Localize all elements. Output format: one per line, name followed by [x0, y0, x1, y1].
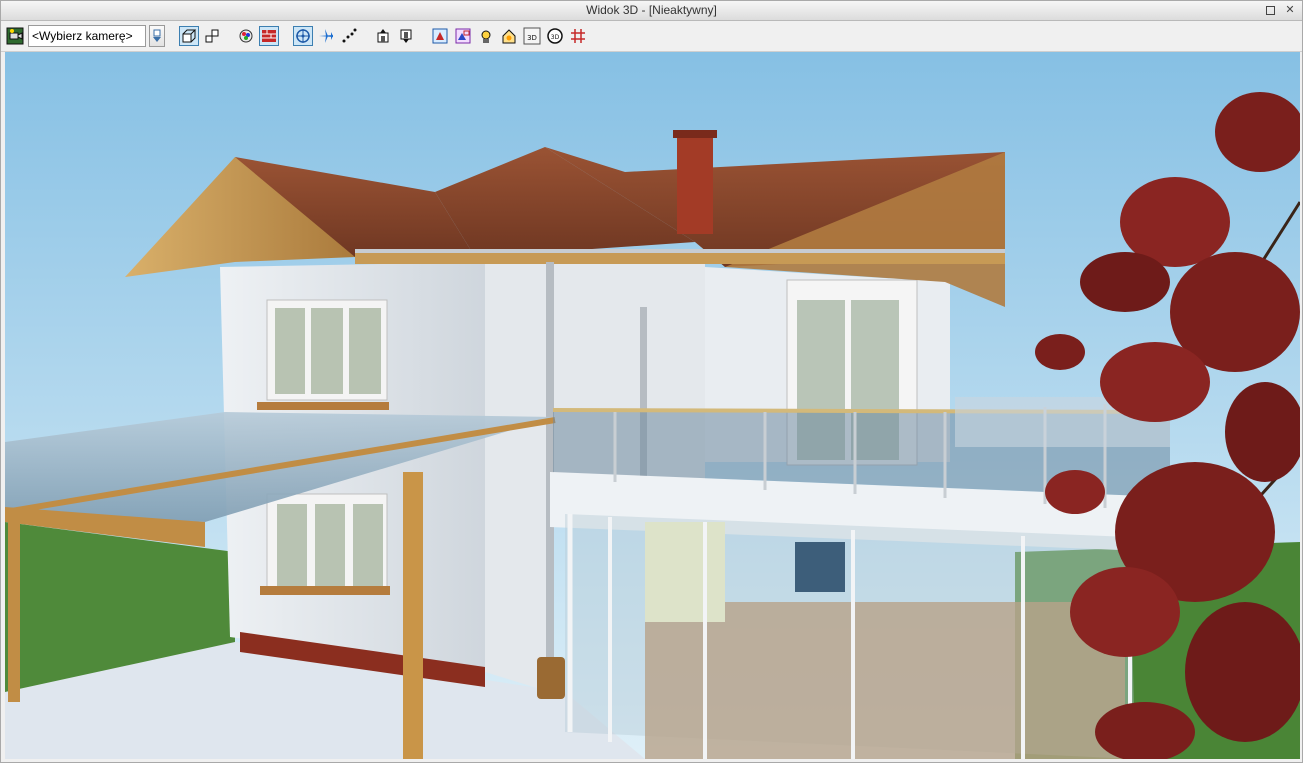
maximize-button[interactable] — [1264, 5, 1276, 17]
camera-scene-button[interactable] — [5, 26, 25, 46]
window-pane — [275, 308, 305, 394]
fly-mode-icon — [319, 29, 333, 43]
axonometric-view-button[interactable] — [202, 26, 222, 46]
wall-section-icon — [262, 30, 276, 42]
leaf-cluster — [1100, 342, 1210, 422]
zoom-window-button[interactable] — [453, 26, 473, 46]
level-up-button[interactable] — [373, 26, 393, 46]
leaf-cluster — [1070, 567, 1180, 657]
rotate-3d-icon: 3D — [547, 28, 563, 44]
chimney-cap — [673, 130, 717, 138]
window-sill — [260, 586, 390, 595]
zoom-fit-icon — [432, 28, 448, 44]
zoom-fit-button[interactable] — [430, 26, 450, 46]
axonometric-view-icon — [205, 29, 219, 43]
walk-path-button[interactable] — [339, 26, 359, 46]
orbit-button[interactable] — [293, 26, 313, 46]
gutter — [355, 249, 1005, 253]
interior-floor — [645, 602, 1125, 759]
rotate-3d-button[interactable]: 3D — [545, 26, 565, 46]
close-icon: ✕ — [1285, 4, 1295, 16]
view-3d-window: Widok 3D - [Nieaktywny] ✕ <Wybierz kamer… — [0, 0, 1303, 763]
svg-text:3D: 3D — [551, 34, 560, 41]
window-pane — [315, 504, 345, 590]
camera-select[interactable]: <Wybierz kamerę> — [28, 25, 146, 47]
title-bar: Widok 3D - [Nieaktywny] ✕ — [1, 1, 1302, 21]
zoom-window-icon — [455, 28, 471, 44]
grid-settings-icon — [571, 29, 585, 43]
window-pane — [353, 504, 383, 590]
interior-wall — [645, 522, 725, 622]
viewport-3d[interactable] — [5, 52, 1300, 759]
camera-scene-icon — [6, 27, 24, 45]
svg-text:3D: 3D — [527, 34, 537, 42]
house-render-scene[interactable] — [5, 52, 1300, 759]
walk-path-icon — [342, 28, 357, 43]
view-3d-icon: 3D — [523, 27, 541, 45]
fly-mode-button[interactable] — [316, 26, 336, 46]
render-icon — [239, 29, 253, 43]
leaf-cluster — [1185, 602, 1300, 742]
perspective-view-button[interactable] — [179, 26, 199, 46]
window-controls: ✕ — [1264, 1, 1296, 20]
wall-section-button[interactable] — [259, 26, 279, 46]
orbit-icon — [296, 29, 310, 43]
roof-fascia — [355, 252, 1005, 264]
dropdown-arrow-icon — [153, 29, 161, 42]
chimney — [677, 134, 713, 234]
window-sill — [257, 402, 389, 410]
window-title: Widok 3D - [Nieaktywny] — [586, 3, 717, 17]
rain-barrel — [537, 657, 565, 699]
view-3d-button[interactable]: 3D — [522, 26, 542, 46]
leaf-cluster — [1035, 334, 1085, 370]
close-button[interactable]: ✕ — [1284, 4, 1296, 17]
perspective-view-icon — [182, 29, 197, 43]
window-pane — [277, 504, 307, 590]
camera-select-value: <Wybierz kamerę> — [32, 29, 133, 43]
leaf-cluster — [1080, 252, 1170, 312]
leaf-cluster — [1045, 470, 1105, 514]
level-up-icon — [377, 29, 389, 43]
window-pane — [349, 308, 381, 394]
house-light-button[interactable] — [499, 26, 519, 46]
carport-post — [8, 522, 20, 702]
house-light-icon — [502, 29, 516, 44]
carport-post — [403, 472, 423, 759]
render-button[interactable] — [236, 26, 256, 46]
window-pane — [311, 308, 343, 394]
sun-settings-icon — [481, 30, 491, 43]
maximize-icon — [1265, 6, 1275, 15]
toolbar: <Wybierz kamerę> 3D 3D — [1, 21, 1302, 52]
camera-dropdown-button[interactable] — [149, 25, 165, 47]
level-down-icon — [400, 29, 412, 43]
interior-kitchen — [795, 542, 845, 592]
grid-settings-button[interactable] — [568, 26, 588, 46]
sun-settings-button[interactable] — [476, 26, 496, 46]
level-down-button[interactable] — [396, 26, 416, 46]
